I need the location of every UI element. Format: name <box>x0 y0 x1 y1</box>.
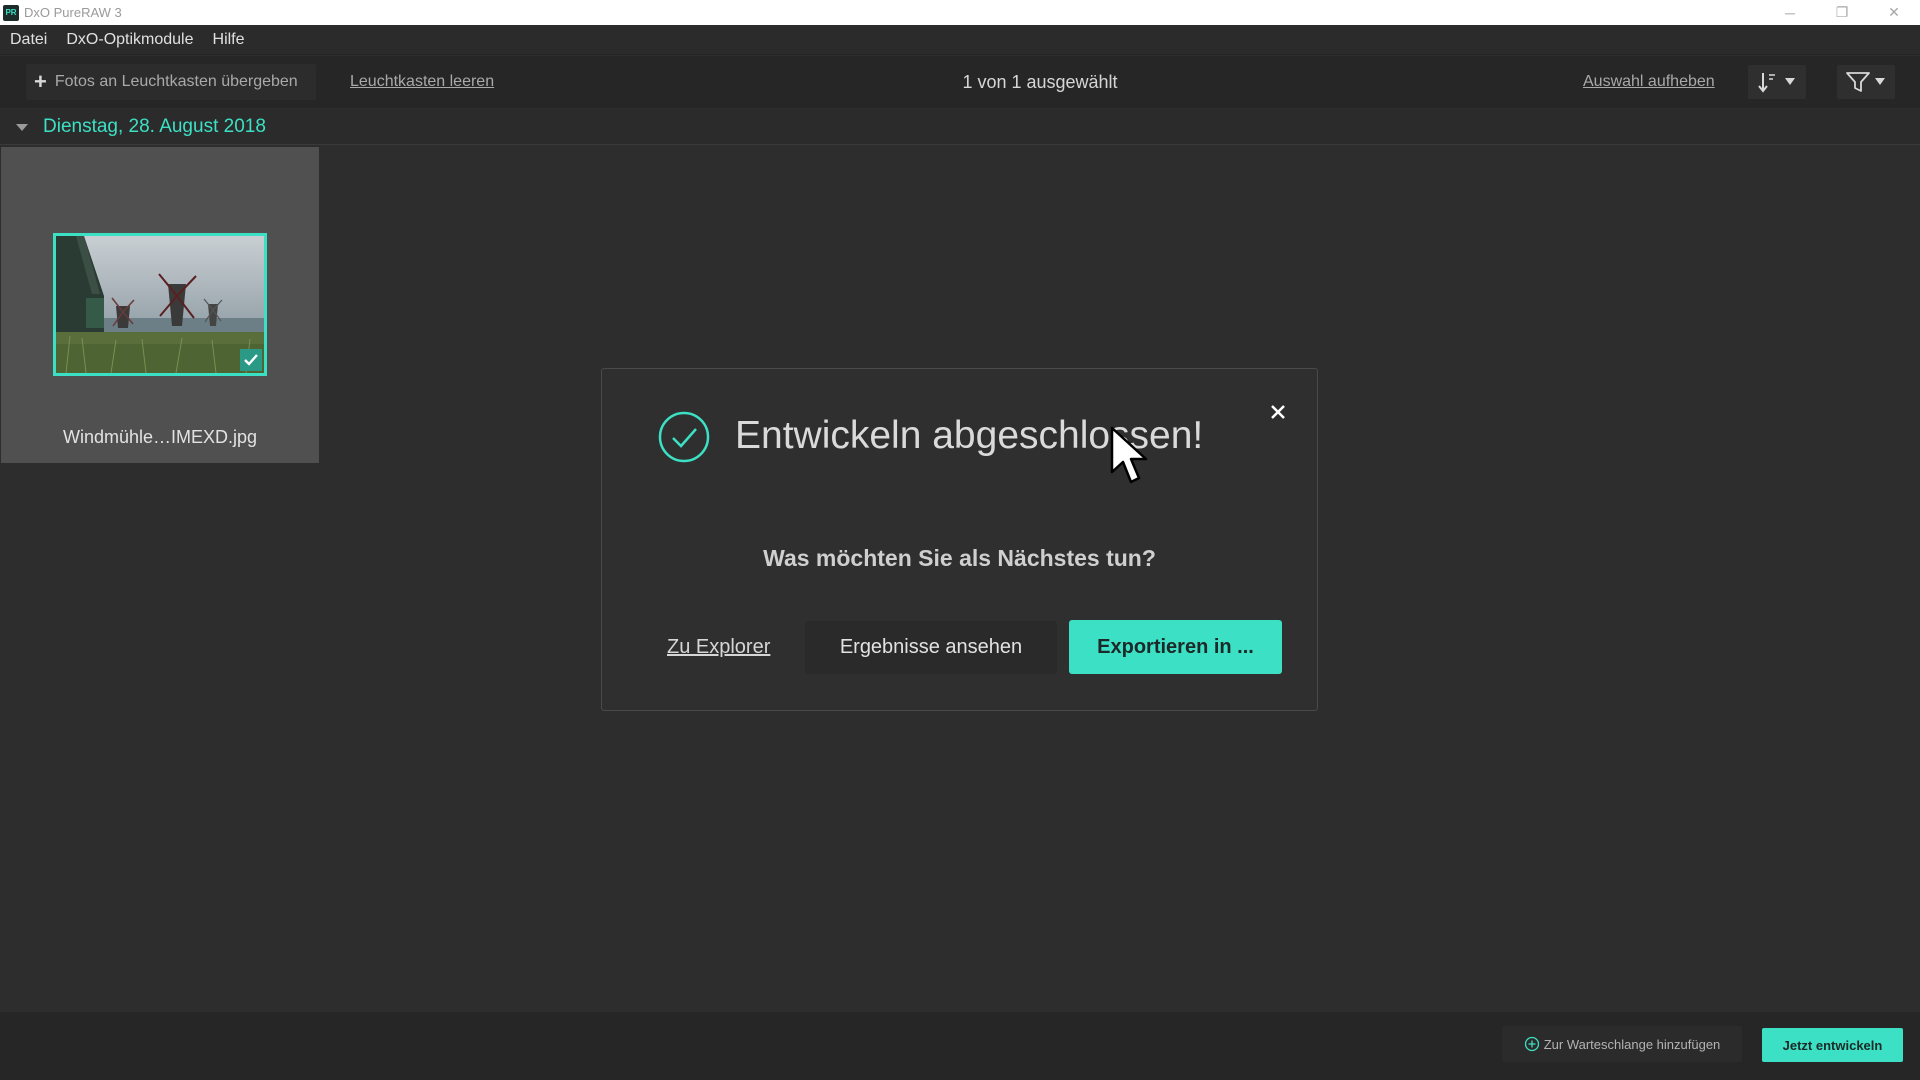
view-results-button[interactable]: Ergebnisse ansehen <box>805 621 1057 674</box>
selected-checkmark-icon <box>240 349 262 371</box>
menu-bar: Datei DxO-Optikmodule Hilfe <box>0 25 1920 55</box>
app-logo-icon: PR <box>3 4 19 21</box>
photo-card[interactable]: Windmühle…IMEXD.jpg <box>1 147 319 463</box>
menu-help[interactable]: Hilfe <box>213 31 245 49</box>
export-button[interactable]: Exportieren in ... <box>1069 620 1282 674</box>
bottom-bar: Zur Warteschlange hinzufügen Jetzt entwi… <box>0 1012 1920 1080</box>
filter-button[interactable] <box>1837 65 1895 99</box>
deselect-link[interactable]: Auswahl aufheben <box>1583 73 1715 91</box>
photo-filename: Windmühle…IMEXD.jpg <box>62 427 258 447</box>
sort-button[interactable] <box>1748 65 1806 99</box>
menu-optics-modules[interactable]: DxO-Optikmodule <box>66 31 193 49</box>
sort-icon <box>1758 73 1795 93</box>
menu-file[interactable]: Datei <box>10 31 47 49</box>
dialog-question: Was möchten Sie als Nächstes tun? <box>763 545 1156 571</box>
success-check-icon <box>658 411 710 463</box>
add-to-queue-button[interactable]: Zur Warteschlange hinzufügen <box>1502 1026 1742 1062</box>
close-icon[interactable] <box>1266 400 1290 424</box>
title-bar: PR DxO PureRAW 3 ─ ❐ ✕ <box>0 0 1920 25</box>
develop-now-button[interactable]: Jetzt entwickeln <box>1762 1028 1903 1062</box>
chevron-down-icon[interactable] <box>15 122 29 132</box>
minimize-button[interactable]: ─ <box>1764 0 1816 25</box>
toolbar: + Fotos an Leuchtkasten übergeben Leucht… <box>0 56 1920 108</box>
filter-icon <box>1846 72 1885 92</box>
windmill-photo-image <box>56 236 264 373</box>
window-title: DxO PureRAW 3 <box>24 5 122 20</box>
date-group-header[interactable]: Dienstag, 28. August 2018 <box>0 109 1920 145</box>
to-explorer-link[interactable]: Zu Explorer <box>667 636 770 659</box>
close-window-button[interactable]: ✕ <box>1868 0 1920 25</box>
add-to-queue-label: Zur Warteschlange hinzufügen <box>1543 1036 1721 1052</box>
group-date: Dienstag, 28. August 2018 <box>43 115 266 137</box>
restore-button[interactable]: ❐ <box>1816 0 1868 25</box>
window-controls: ─ ❐ ✕ <box>1764 0 1920 25</box>
photo-thumbnail[interactable] <box>53 233 267 376</box>
development-complete-dialog: Entwickeln abgeschlossen! Was möchten Si… <box>601 368 1318 711</box>
mouse-cursor-icon <box>1110 426 1148 484</box>
add-circle-icon <box>1524 1036 1539 1052</box>
